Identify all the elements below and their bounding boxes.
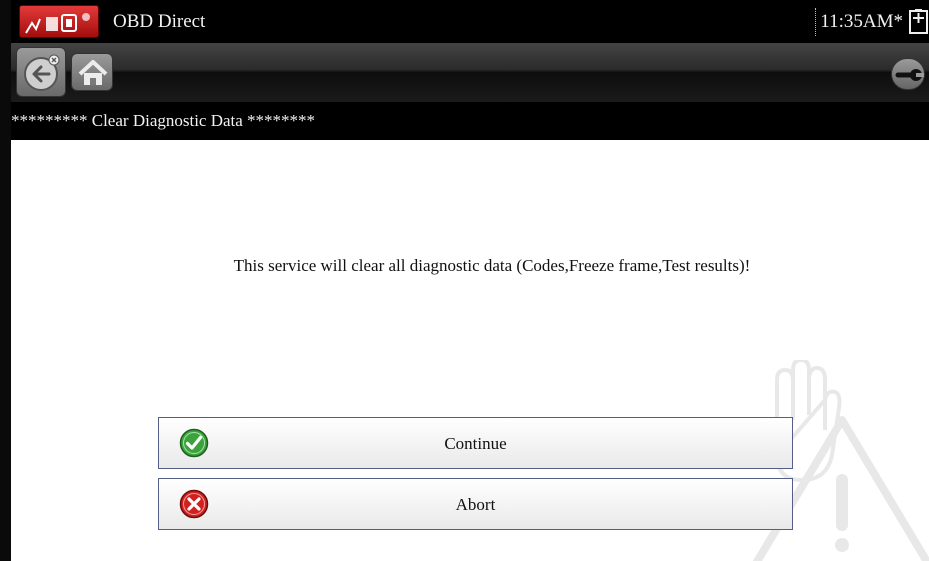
tools-button[interactable]	[891, 58, 925, 90]
continue-label: Continue	[444, 434, 507, 453]
clock: 11:35AM*	[815, 8, 907, 36]
abort-button[interactable]: Abort	[158, 478, 793, 530]
warning-message: This service will clear all diagnostic d…	[233, 256, 751, 275]
abort-label: Abort	[455, 495, 496, 514]
toolbar	[11, 43, 929, 102]
wrench-icon	[895, 69, 924, 81]
device-bezel	[0, 0, 11, 561]
content-area: This service will clear all diagnostic d…	[11, 140, 929, 561]
continue-button[interactable]: Continue	[158, 417, 793, 469]
car-toolbox-icon[interactable]	[19, 5, 99, 38]
home-icon	[78, 60, 108, 85]
page-title: ********* Clear Diagnostic Data ********	[11, 102, 929, 140]
device-frame: OBD Direct 11:35AM* ********* Clear Diag…	[0, 0, 929, 561]
screen: OBD Direct 11:35AM* ********* Clear Diag…	[11, 0, 929, 561]
back-button[interactable]	[16, 47, 66, 97]
battery-icon	[909, 9, 929, 35]
back-arrow-icon	[24, 54, 60, 91]
title-bar: OBD Direct 11:35AM*	[11, 0, 929, 43]
app-title: OBD Direct	[113, 11, 206, 32]
home-button[interactable]	[71, 53, 113, 91]
